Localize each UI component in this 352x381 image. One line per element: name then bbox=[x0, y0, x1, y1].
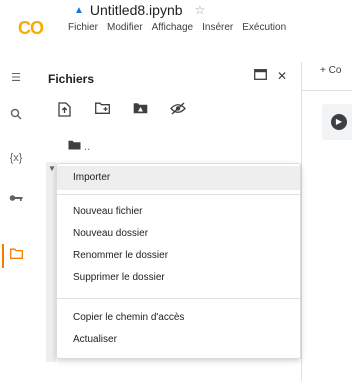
parent-folder-label: .. bbox=[84, 141, 91, 153]
menubar: Fichier Modifier Affichage Insérer Exécu… bbox=[68, 22, 286, 33]
panel-title: Fichiers bbox=[48, 72, 95, 86]
menu-icon[interactable]: ☰ bbox=[8, 70, 24, 86]
left-rail: ☰ {x} bbox=[0, 62, 30, 381]
notebook-title[interactable]: Untitled8.ipynb bbox=[90, 2, 183, 18]
toolbar-divider bbox=[302, 90, 352, 91]
add-code-button[interactable]: + Co bbox=[320, 65, 341, 76]
menu-item-copier-chemin[interactable]: Copier le chemin d'accès bbox=[57, 306, 300, 330]
close-icon[interactable]: ✕ bbox=[277, 69, 287, 83]
drive-icon: ▲ bbox=[74, 4, 84, 16]
expand-caret-icon[interactable]: ▼ bbox=[48, 164, 56, 173]
menu-item-importer[interactable]: Importer bbox=[57, 166, 300, 190]
menu-divider bbox=[57, 194, 300, 195]
search-icon[interactable] bbox=[8, 108, 24, 124]
menu-inserer[interactable]: Insérer bbox=[202, 22, 233, 33]
upload-file-icon[interactable] bbox=[56, 102, 72, 118]
parent-folder-row[interactable]: .. bbox=[68, 140, 90, 153]
menu-item-nouveau-dossier[interactable]: Nouveau dossier bbox=[57, 222, 300, 246]
menu-affichage[interactable]: Affichage bbox=[152, 22, 194, 33]
tree-guide bbox=[46, 162, 56, 362]
menu-divider bbox=[57, 298, 300, 299]
panel-actions: ✕ bbox=[253, 69, 287, 83]
variables-icon[interactable]: {x} bbox=[8, 150, 24, 166]
drive-mount-icon[interactable] bbox=[132, 102, 148, 118]
menu-item-supprimer-dossier[interactable]: Supprimer le dossier bbox=[57, 266, 300, 290]
menu-item-nouveau-fichier[interactable]: Nouveau fichier bbox=[57, 200, 300, 224]
colab-logo[interactable]: CO bbox=[18, 18, 48, 38]
menu-item-renommer-dossier[interactable]: Renommer le dossier bbox=[57, 244, 300, 268]
code-cell[interactable]: ▶ bbox=[322, 104, 352, 140]
context-menu: Importer Nouveau fichier Nouveau dossier… bbox=[56, 163, 301, 359]
menu-execution[interactable]: Exécution bbox=[242, 22, 286, 33]
hide-icon[interactable] bbox=[170, 102, 186, 118]
open-in-tab-icon[interactable] bbox=[253, 69, 267, 83]
header: CO ▲ Untitled8.ipynb ☆ Fichier Modifier … bbox=[0, 0, 352, 62]
star-icon[interactable]: ☆ bbox=[195, 3, 206, 17]
folder-icon[interactable] bbox=[2, 244, 24, 268]
title-row: ▲ Untitled8.ipynb ☆ bbox=[74, 2, 205, 18]
menu-modifier[interactable]: Modifier bbox=[107, 22, 143, 33]
new-folder-icon[interactable] bbox=[94, 102, 110, 118]
menu-fichier[interactable]: Fichier bbox=[68, 22, 98, 33]
run-cell-icon[interactable]: ▶ bbox=[331, 114, 347, 130]
menu-item-actualiser[interactable]: Actualiser bbox=[57, 328, 300, 352]
colab-logo-text: CO bbox=[18, 18, 44, 38]
key-icon[interactable] bbox=[8, 192, 24, 208]
files-toolbar bbox=[56, 102, 186, 118]
parent-folder-icon bbox=[68, 140, 81, 150]
notebook-pane: + Co ▶ bbox=[302, 62, 352, 381]
